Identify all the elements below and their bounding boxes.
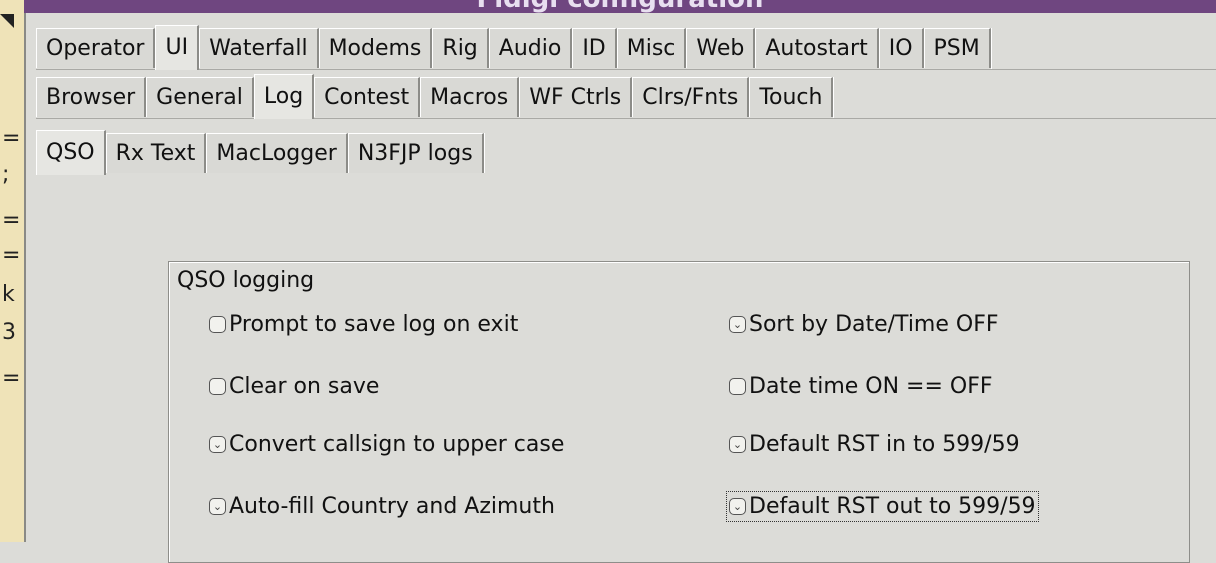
ui-tab-macros[interactable]: Macros xyxy=(420,77,520,117)
background-glyph: 3 xyxy=(2,320,16,345)
checkbox-unchecked-icon[interactable] xyxy=(209,316,226,333)
main-tab-modems[interactable]: Modems xyxy=(318,28,433,68)
log-tab-bar: QSO Rx Text MacLogger N3FJP logs xyxy=(36,130,1216,175)
window-title: Fldigi configuration xyxy=(24,0,1216,13)
ui-tab-clrs-fnts[interactable]: Clrs/Fnts xyxy=(632,77,750,117)
background-glyph: = xyxy=(2,208,21,233)
checkbox-label: Default RST out to 599/59 xyxy=(749,494,1036,519)
ui-tab-touch[interactable]: Touch xyxy=(749,77,834,117)
ui-tab-bar: Browser General Log Contest Macros WF Ctrls Cl… xyxy=(36,74,1216,119)
checkbox-clear-on-save[interactable]: Clear on save xyxy=(209,374,379,399)
background-glyph: = xyxy=(2,243,21,268)
checkbox-label: Prompt to save log on exit xyxy=(229,312,519,337)
background-glyph: k xyxy=(2,282,15,307)
title-bar[interactable]: Fldigi configuration xyxy=(24,0,1216,13)
main-tab-waterfall[interactable]: Waterfall xyxy=(199,28,319,68)
checkbox-unchecked-icon[interactable] xyxy=(209,378,226,395)
checkbox-unchecked-icon[interactable] xyxy=(729,378,746,395)
checkbox-checked-icon[interactable]: ⌄ xyxy=(209,436,226,453)
checkbox-convert-callsign-to-upper-case[interactable]: ⌄ Convert callsign to upper case xyxy=(209,432,564,457)
checkbox-auto-fill-country-and-azimuth[interactable]: ⌄ Auto-fill Country and Azimuth xyxy=(209,494,555,519)
log-tab-n3fjp-logs[interactable]: N3FJP logs xyxy=(347,133,484,173)
checkbox-label: Default RST in to 599/59 xyxy=(749,432,1020,457)
main-tab-operator[interactable]: Operator xyxy=(36,28,156,68)
group-title: QSO logging xyxy=(177,268,315,293)
configuration-window: Operator UI Waterfall Modems Rig Audio ID Misc W… xyxy=(26,13,1216,563)
checkbox-checked-icon[interactable]: ⌄ xyxy=(729,436,746,453)
ui-tab-general[interactable]: General xyxy=(146,77,254,117)
main-tab-ui[interactable]: UI xyxy=(155,25,200,70)
main-tab-io[interactable]: IO xyxy=(878,28,924,68)
ui-tab-wf-ctrls[interactable]: WF Ctrls xyxy=(519,77,633,117)
checkbox-label: Sort by Date/Time OFF xyxy=(749,312,999,337)
checkbox-date-time-on-off[interactable]: Date time ON == OFF xyxy=(729,374,993,399)
main-tab-web[interactable]: Web xyxy=(686,28,756,68)
main-tab-bar: Operator UI Waterfall Modems Rig Audio ID Misc W… xyxy=(36,25,1216,70)
background-glyph: = xyxy=(2,126,21,151)
qso-tab-page: QSO logging Prompt to save log on exit Cl… xyxy=(36,173,1216,563)
main-tab-audio[interactable]: Audio xyxy=(488,28,573,68)
checkbox-checked-icon[interactable]: ⌄ xyxy=(729,498,746,515)
ui-tab-browser[interactable]: Browser xyxy=(36,77,147,117)
log-tab-qso[interactable]: QSO xyxy=(36,130,106,175)
window-menu-arrow-icon[interactable] xyxy=(0,14,14,28)
checkbox-label: Date time ON == OFF xyxy=(749,374,993,399)
checkbox-label: Clear on save xyxy=(229,374,380,399)
checkbox-checked-icon[interactable]: ⌄ xyxy=(209,498,226,515)
checkbox-label: Auto-fill Country and Azimuth xyxy=(229,494,555,519)
main-tab-autostart[interactable]: Autostart xyxy=(755,28,879,68)
checkbox-checked-icon[interactable]: ⌄ xyxy=(729,316,746,333)
checkbox-prompt-to-save-log-on-exit[interactable]: Prompt to save log on exit xyxy=(209,312,518,337)
background-window-edge: = ; = = k 3 = xyxy=(0,0,26,542)
main-tab-psm[interactable]: PSM xyxy=(923,28,991,68)
background-glyph: ; xyxy=(2,162,10,187)
log-tab-maclogger[interactable]: MacLogger xyxy=(206,133,348,173)
ui-tab-log[interactable]: Log xyxy=(253,74,315,119)
checkbox-sort-by-date-time-off[interactable]: ⌄ Sort by Date/Time OFF xyxy=(729,312,999,337)
checkbox-default-rst-in-to-599-59[interactable]: ⌄ Default RST in to 599/59 xyxy=(729,432,1020,457)
ui-tab-contest[interactable]: Contest xyxy=(314,77,421,117)
background-glyph: = xyxy=(2,366,21,391)
qso-logging-group: QSO logging Prompt to save log on exit Cl… xyxy=(168,261,1190,563)
log-tab-rx-text[interactable]: Rx Text xyxy=(105,133,207,173)
main-tab-id[interactable]: ID xyxy=(572,28,617,68)
main-tab-rig[interactable]: Rig xyxy=(432,28,489,68)
main-tab-misc[interactable]: Misc xyxy=(616,28,687,68)
checkbox-label: Convert callsign to upper case xyxy=(229,432,565,457)
checkbox-default-rst-out-to-599-59[interactable]: ⌄ Default RST out to 599/59 xyxy=(726,491,1039,522)
